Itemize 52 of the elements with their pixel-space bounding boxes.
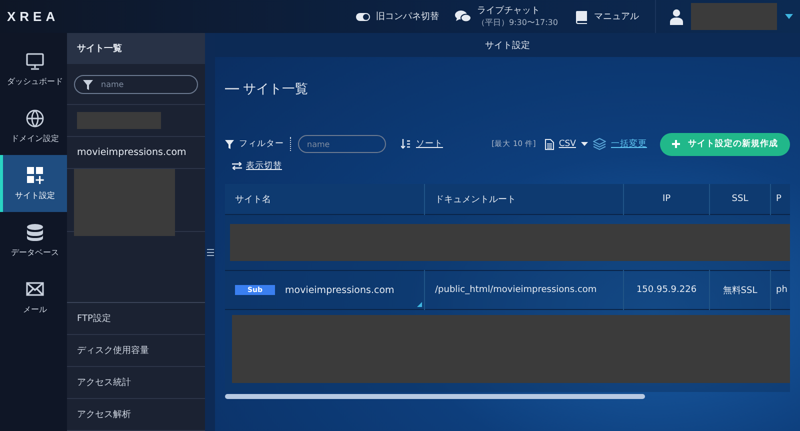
- table-cell: 150.95.9.226: [624, 270, 710, 310]
- filter-icon: [225, 140, 234, 148]
- column-header: SSL: [710, 184, 770, 214]
- nav-item[interactable]: サイト設定: [0, 155, 67, 212]
- legacy-toggle[interactable]: 旧コンパネ切替: [356, 10, 439, 23]
- filter-field[interactable]: name: [298, 135, 386, 153]
- grid-plus-icon: [25, 166, 45, 185]
- column-header: P: [770, 184, 790, 214]
- nav-item[interactable]: ダッシュボード: [0, 41, 67, 98]
- column-header: サイト名: [225, 184, 424, 214]
- toggle-label: 旧コンパネ切替: [376, 10, 439, 23]
- nav-item[interactable]: データベース: [0, 212, 67, 269]
- column-header: IP: [624, 184, 710, 214]
- manual-link[interactable]: マニュアル: [594, 10, 639, 23]
- handle-icon[interactable]: [206, 248, 214, 256]
- globe-icon: [25, 109, 45, 128]
- swap-icon: [232, 162, 242, 170]
- csv-link[interactable]: CSV: [558, 139, 576, 149]
- envelope-icon: [25, 280, 45, 299]
- nav-item[interactable]: ドメイン設定: [0, 98, 67, 155]
- dash-icon: [225, 88, 239, 90]
- filter-icon: [83, 80, 93, 90]
- sort-link[interactable]: ソート: [416, 138, 443, 150]
- toggle-switch[interactable]: [356, 12, 370, 20]
- table-cell: 無料SSL: [710, 270, 770, 310]
- scrollbar-thumb[interactable]: [225, 394, 645, 399]
- table-cell: ph: [770, 270, 790, 310]
- nav-item[interactable]: メール: [0, 269, 67, 326]
- sidebar-heading: サイト一覧: [67, 33, 205, 64]
- sort-icon: [401, 139, 411, 149]
- view-toggle-link[interactable]: 表示切替: [246, 160, 282, 172]
- column-header: ドキュメントルート: [424, 184, 624, 214]
- filter-label: フィルター: [239, 138, 284, 150]
- document-icon: [544, 138, 554, 150]
- search-field[interactable]: name: [74, 74, 198, 94]
- monitor-icon: [25, 52, 45, 71]
- bulk-edit-link[interactable]: 一括変更: [611, 138, 647, 150]
- user-icon: [670, 8, 683, 24]
- book-icon: [574, 10, 588, 24]
- database-icon: [25, 223, 45, 242]
- live-chat-link[interactable]: ライブチャット （平日）9:30〜17:30: [476, 6, 558, 28]
- page-header: サイト設定: [215, 33, 800, 57]
- caret-icon[interactable]: [785, 14, 793, 19]
- layers-icon: [593, 138, 606, 150]
- site-name[interactable]: movieimpressions.com: [285, 284, 394, 296]
- chat-icon: [454, 10, 471, 23]
- table-cell: /public_html/movieimpressions.com: [424, 270, 624, 310]
- page-title: サイト一覧: [243, 81, 308, 98]
- logo: XREA: [6, 9, 60, 24]
- caret-icon[interactable]: [581, 142, 588, 146]
- plus-icon: [672, 140, 680, 148]
- corner-icon: [417, 302, 422, 307]
